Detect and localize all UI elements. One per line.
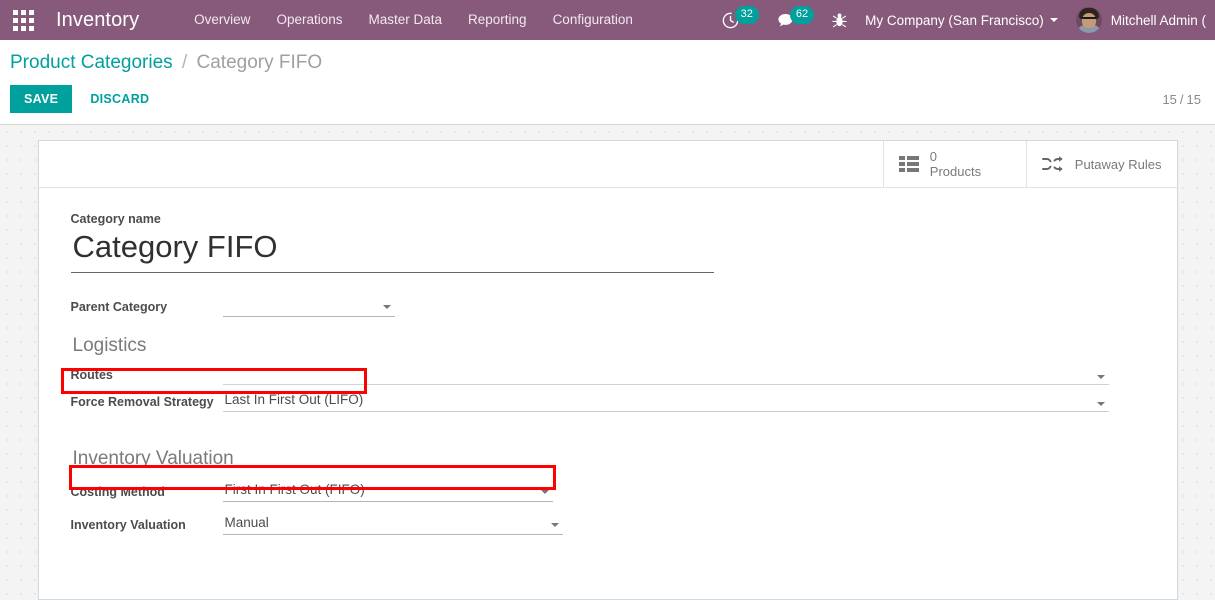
routes-control bbox=[222, 367, 1109, 385]
parent-category-control bbox=[222, 295, 395, 317]
sheet-background: 0 Products Putaway Rules Category name C… bbox=[0, 125, 1215, 600]
category-form: Category name Parent Category Logistics … bbox=[39, 188, 1177, 556]
pager-total: 15 bbox=[1186, 92, 1201, 107]
routes-label: Routes bbox=[70, 368, 113, 382]
company-name-label: My Company (San Francisco) bbox=[865, 12, 1044, 28]
breadcrumb-current: Category FIFO bbox=[196, 52, 323, 73]
company-switcher[interactable]: My Company (San Francisco) bbox=[856, 0, 1067, 40]
chevron-down-icon bbox=[1049, 18, 1058, 22]
debug-menu[interactable] bbox=[823, 0, 856, 40]
app-brand-title[interactable]: Inventory bbox=[46, 9, 145, 32]
title-block: Category name bbox=[70, 212, 1145, 273]
user-name-label: Mitchell Admin ( bbox=[1110, 12, 1206, 28]
save-button[interactable]: SAVE bbox=[10, 85, 73, 113]
breadcrumb-parent-link[interactable]: Product Categories bbox=[10, 52, 173, 73]
inventory-valuation-row: Inventory Valuation bbox=[71, 513, 1145, 535]
category-name-input[interactable] bbox=[70, 228, 714, 273]
costing-method-row: Costing Method bbox=[71, 480, 1145, 502]
avatar bbox=[1075, 7, 1102, 33]
logistics-heading: Logistics bbox=[72, 335, 147, 356]
inventory-valuation-heading: Inventory Valuation bbox=[72, 448, 234, 469]
force-removal-strategy-input[interactable] bbox=[222, 390, 1109, 412]
activities-menu[interactable]: 32 bbox=[713, 0, 768, 40]
breadcrumb-separator: / bbox=[181, 52, 188, 73]
main-menu: Overview Operations Master Data Reportin… bbox=[181, 0, 646, 40]
messages-menu[interactable]: 62 bbox=[768, 0, 823, 40]
products-count: 0 bbox=[929, 149, 938, 164]
form-sheet: 0 Products Putaway Rules Category name C… bbox=[37, 140, 1178, 600]
force-removal-strategy-row: Force Removal Strategy bbox=[71, 390, 1145, 412]
inventory-valuation-input[interactable] bbox=[222, 513, 563, 535]
menu-item-configuration[interactable]: Configuration bbox=[540, 0, 646, 40]
shuffle-icon bbox=[1041, 155, 1064, 173]
putaway-rules-label: Putaway Rules bbox=[1074, 156, 1162, 172]
top-navbar: Inventory Overview Operations Master Dat… bbox=[0, 0, 1215, 40]
breadcrumb: Product Categories / Category FIFO bbox=[10, 50, 1205, 76]
routes-input[interactable] bbox=[222, 367, 1109, 385]
parent-category-label: Parent Category bbox=[70, 300, 168, 314]
chevron-down-icon bbox=[1096, 402, 1105, 406]
parent-category-row: Parent Category bbox=[71, 295, 1145, 317]
smart-button-box: 0 Products Putaway Rules bbox=[38, 141, 1177, 188]
control-panel: Product Categories / Category FIFO SAVE … bbox=[0, 40, 1215, 125]
menu-item-operations[interactable]: Operations bbox=[263, 0, 355, 40]
apps-grid-icon bbox=[12, 9, 34, 31]
list-icon bbox=[898, 156, 919, 172]
costing-method-input[interactable] bbox=[222, 480, 553, 502]
bug-icon bbox=[832, 12, 847, 27]
routes-row: Routes bbox=[71, 367, 1145, 385]
force-removal-strategy-label: Force Removal Strategy bbox=[70, 395, 214, 409]
systray: 32 62 My Company (San Francisco) Mitchel… bbox=[713, 0, 1215, 40]
costing-method-control bbox=[222, 480, 553, 502]
smart-button-products[interactable]: 0 Products bbox=[882, 141, 1026, 187]
inventory-valuation-label: Inventory Valuation bbox=[70, 518, 186, 532]
products-label: Products bbox=[929, 164, 982, 179]
smart-button-putaway-rules[interactable]: Putaway Rules bbox=[1025, 141, 1177, 187]
inventory-valuation-control bbox=[222, 513, 563, 535]
activities-count-badge: 32 bbox=[734, 6, 759, 24]
menu-item-reporting[interactable]: Reporting bbox=[455, 0, 540, 40]
menu-item-master-data[interactable]: Master Data bbox=[355, 0, 455, 40]
user-menu[interactable]: Mitchell Admin ( bbox=[1067, 0, 1215, 40]
pager-current: 15 bbox=[1162, 92, 1177, 107]
pager-separator: / bbox=[1179, 92, 1184, 107]
costing-method-label: Costing Method bbox=[70, 485, 165, 499]
discard-button[interactable]: DISCARD bbox=[78, 85, 161, 113]
pager[interactable]: 15/15 bbox=[1162, 92, 1201, 107]
parent-category-input[interactable] bbox=[222, 295, 395, 317]
chevron-down-icon bbox=[1096, 375, 1105, 379]
apps-menu-button[interactable] bbox=[0, 0, 46, 40]
record-actions: SAVE DISCARD bbox=[10, 85, 1205, 113]
messages-count-badge: 62 bbox=[789, 6, 815, 24]
force-removal-strategy-control bbox=[222, 390, 1109, 412]
menu-item-overview[interactable]: Overview bbox=[181, 0, 263, 40]
category-name-label: Category name bbox=[70, 212, 161, 226]
